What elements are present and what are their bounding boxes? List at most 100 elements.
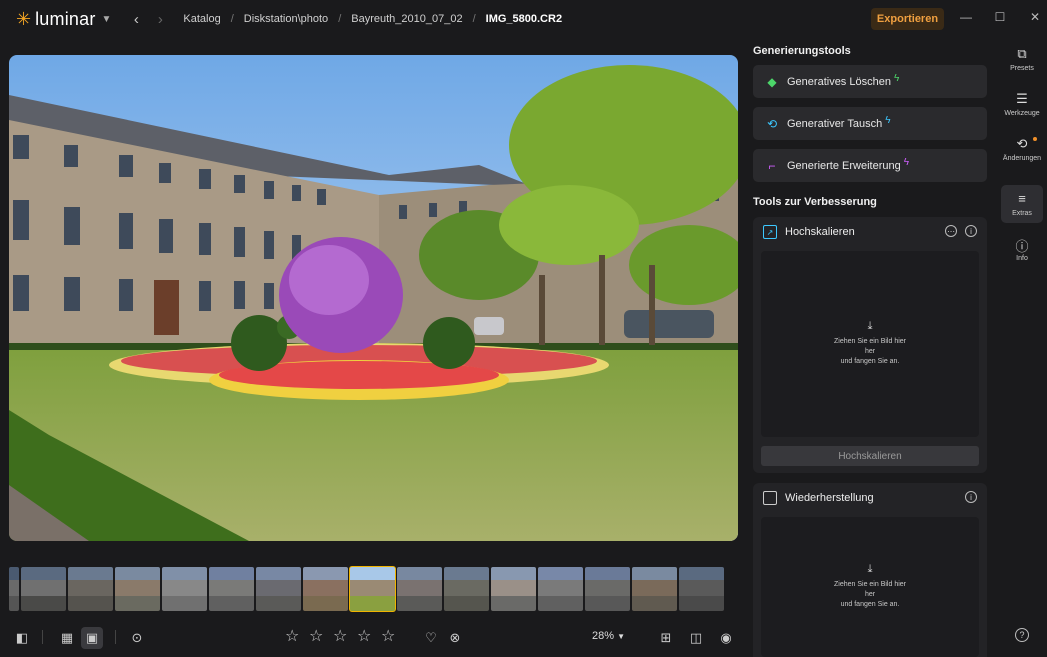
filmstrip-thumb[interactable] [444,567,489,611]
presets-icon: ⧉ [1017,46,1027,61]
generative-swap-button[interactable]: ⟲ Generativer Tausch ϟ [753,107,987,140]
upscale-drop-zone[interactable]: ⤓ Ziehen Sie ein Bild hier her und fange… [761,251,979,437]
rating-star-4[interactable]: ☆ [357,626,371,646]
filmstrip-thumb[interactable] [256,567,301,611]
export-button[interactable]: Exportieren [871,8,944,30]
bolt-icon: ϟ [903,157,910,168]
info-icon[interactable]: i [965,491,977,503]
help-icon[interactable]: ? [1015,628,1029,642]
filmstrip-thumb[interactable] [397,567,442,611]
breadcrumb-separator: / [230,13,234,25]
restore-header: Wiederherstellung [763,491,874,505]
drop-text: her [864,348,876,355]
forward-icon[interactable]: › [149,11,171,28]
filmstrip-thumb-selected[interactable] [349,566,396,612]
preview-icon[interactable]: ⊞ [655,627,677,649]
grid-view-icon[interactable]: ▦ [56,627,78,649]
rail-label: Info [1016,255,1028,262]
filmstrip-thumb[interactable] [632,567,677,611]
rail-label: Werkzeuge [1004,110,1040,117]
restore-title: Wiederherstellung [785,492,874,504]
filmstrip-thumb[interactable] [303,567,348,611]
sun-logo-icon: ✳ [16,8,32,29]
info-icon[interactable]: i [965,225,977,237]
rail-presets[interactable]: ⧉ Presets [1001,46,1043,72]
generative-expand-button[interactable]: ⌐ Generierte Erweiterung ϟ [753,149,987,182]
rail-label: Änderungen [1002,155,1042,162]
generative-erase-button[interactable]: ◆ Generatives Löschen ϟ [753,65,987,98]
filmstrip-thumb[interactable] [162,567,207,611]
breadcrumb-item[interactable]: Diskstation\photo [244,13,328,25]
compare-icon[interactable]: ◫ [685,627,707,649]
favorite-heart-icon[interactable]: ♡ [420,627,442,649]
rating-star-3[interactable]: ☆ [333,626,347,646]
gen-tool-label: Generatives Löschen [787,75,891,88]
breadcrumb-item[interactable]: Bayreuth_2010_07_02 [351,13,462,25]
more-icon[interactable]: ⋯ [945,225,957,237]
sliders-icon: ☰ [1016,91,1028,106]
zoom-value: 28% [592,630,615,642]
minimize-icon[interactable]: — [959,10,973,24]
download-icon: ⤓ [867,320,873,332]
breadcrumb-separator: / [472,13,476,25]
drop-text: und fangen Sie an. [840,601,900,608]
upscale-button[interactable]: Hochskalieren [761,446,979,466]
close-icon[interactable]: ✕ [1028,10,1042,24]
eye-icon[interactable]: ◉ [715,627,737,649]
filmstrip-thumb[interactable] [491,567,536,611]
back-icon[interactable]: ‹ [125,11,147,28]
rail-extras[interactable]: ≡ Extras [1001,185,1043,223]
drop-text: her [864,591,876,598]
toolbar-divider [42,630,43,644]
maximize-icon[interactable]: ☐ [993,10,1007,24]
image-restore-icon [763,491,777,505]
filmstrip-thumb[interactable] [679,567,724,611]
upscale-icon: ↗ [763,225,777,239]
breadcrumb-item[interactable]: Katalog [183,13,220,25]
main-photo[interactable] [9,55,738,541]
single-view-icon[interactable]: ▣ [81,627,103,649]
filmstrip[interactable] [9,563,738,615]
filmstrip-thumb[interactable] [9,567,19,611]
restore-drop-zone[interactable]: ⤓ Ziehen Sie ein Bild hier her und fange… [761,517,979,657]
chevron-down-icon: ▼ [101,13,112,25]
upscale-header: ↗ Hochskalieren [763,225,855,239]
bolt-icon: ϟ [893,73,900,84]
history-icon: ⟲ [1016,136,1028,151]
more-options-icon[interactable]: ⊙ [126,627,148,649]
breadcrumb-current: IMG_5800.CR2 [485,13,563,25]
toolbar-divider [115,630,116,644]
list-icon: ≡ [1018,191,1026,206]
filmstrip-thumb[interactable] [68,567,113,611]
filmstrip-thumb[interactable] [21,567,66,611]
sidebar-toggle-icon[interactable]: ◧ [11,627,33,649]
download-icon: ⤓ [867,563,873,575]
photo-canvas [9,55,738,541]
filmstrip-thumb[interactable] [585,567,630,611]
rail-label: Presets [1010,65,1034,72]
filmstrip-thumb[interactable] [538,567,583,611]
filmstrip-thumb[interactable] [115,567,160,611]
restore-actions: i [957,491,977,503]
bolt-icon: ϟ [885,115,891,126]
zoom-level[interactable]: 28% ▼ [592,630,625,642]
upscale-actions: ⋯ i [937,225,977,237]
rail-info[interactable]: ⓘ Info [1001,236,1043,262]
rail-tools[interactable]: ☰ Werkzeuge [1001,91,1043,117]
rating-star-5[interactable]: ☆ [381,626,395,646]
upscale-title: Hochskalieren [785,226,855,238]
drop-text: Ziehen Sie ein Bild hier [834,338,906,345]
expand-icon: ⌐ [768,158,776,173]
info-icon: ⓘ [1015,239,1029,254]
swap-icon: ⟲ [766,116,778,131]
gen-tool-label: Generierte Erweiterung [787,159,901,172]
filmstrip-thumb[interactable] [209,567,254,611]
gen-tool-label: Generativer Tausch [787,117,883,130]
reject-icon[interactable]: ⊗ [444,627,466,649]
improve-tools-title: Tools zur Verbesserung [753,196,877,208]
rating-star-2[interactable]: ☆ [309,626,323,646]
rail-label: Extras [1012,210,1032,217]
rating-star-1[interactable]: ☆ [285,626,299,646]
app-logo[interactable]: ✳ luminar ▼ [16,9,111,30]
breadcrumb-separator: / [338,13,342,25]
